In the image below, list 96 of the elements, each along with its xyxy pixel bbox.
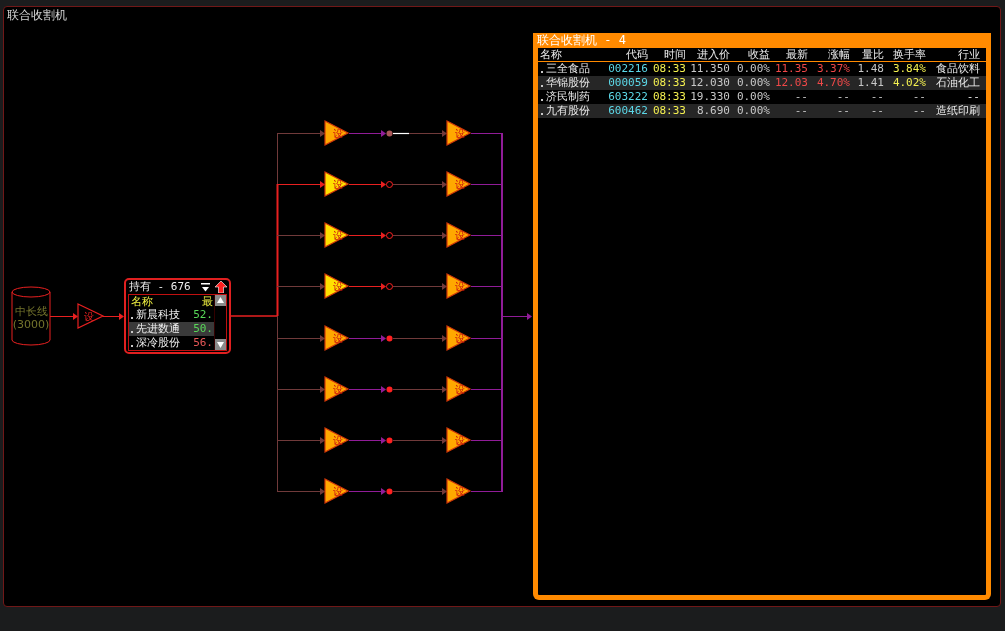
table-cell-text: 11.35: [773, 62, 808, 76]
stock-name: 先进数通: [136, 322, 181, 336]
table-cell-text: 造纸印刷: [935, 104, 980, 118]
gate-node: 设: [446, 120, 472, 146]
row-marker-icon: [131, 331, 133, 333]
connector-arrow: [502, 313, 532, 320]
row-marker-icon: [131, 345, 133, 347]
column-header: 时间: [663, 48, 686, 61]
table-cell-text: --: [869, 90, 884, 104]
gate-node: 设: [446, 222, 472, 248]
gate-node: 设: [324, 273, 350, 299]
gate-node: 设: [446, 376, 472, 402]
table-cell-text: 0.00%: [735, 90, 770, 104]
list-item[interactable]: 深冷股份 56.: [129, 336, 214, 350]
price-value: 56.: [193, 336, 213, 350]
gate-node: 设: [446, 273, 472, 299]
table-cell-text: 08:33: [651, 90, 686, 104]
table-row[interactable]: 华锦股份 000059 08:33 12.030 0.00% 12.03 4.70% 1.41 4.02% 石油化工: [538, 76, 986, 90]
table-cell-text: --: [835, 90, 850, 104]
table-cell-text: 0.00%: [735, 104, 770, 118]
column-header: 收益: [747, 48, 770, 61]
column-header: 换手率: [892, 48, 926, 61]
gate-node: 设: [324, 171, 350, 197]
source-node: 中长线 (3000): [11, 286, 51, 346]
gate-node: 设: [446, 171, 472, 197]
table-cell-text: 08:33: [651, 104, 686, 118]
table-cell-text: 九有股份: [546, 104, 591, 118]
table-cell-text: --: [869, 104, 884, 118]
table-cell-text: 3.37%: [815, 62, 850, 76]
gate-node: 设: [446, 427, 472, 453]
stock-name: 深冷股份: [136, 336, 181, 350]
price-value: 50.: [193, 322, 213, 336]
column-header: 行业: [957, 48, 980, 61]
table-cell-text: 12.03: [773, 76, 808, 90]
dropdown-icon[interactable]: [201, 282, 210, 292]
table-cell-text: 11.350: [689, 62, 730, 76]
table-cell-text: 4.02%: [891, 76, 926, 90]
row-marker-icon: [131, 317, 133, 319]
table-cell-text: 08:33: [651, 62, 686, 76]
panel-title: 持有 - 676: [129, 280, 192, 294]
gate-node: 设: [324, 325, 350, 351]
table-cell-text: 4.70%: [815, 76, 850, 90]
gate-node: 设: [324, 376, 350, 402]
table-cell-text: --: [965, 90, 980, 104]
table-cell-text: --: [793, 104, 808, 118]
table-row[interactable]: 九有股份 600462 08:33 8.690 0.00% -- -- -- -- 造纸印刷: [538, 104, 986, 118]
panel-title: 联合收割机 - 4: [533, 33, 991, 48]
column-header: 最: [202, 295, 213, 308]
list-item[interactable]: 先进数通 50.: [129, 322, 214, 336]
table-cell-text: 济民制药: [546, 90, 591, 104]
table-cell-text: 8.690: [695, 104, 730, 118]
row-marker-icon: [541, 85, 543, 87]
table-cell-text: 19.330: [689, 90, 730, 104]
row-marker-icon: [541, 113, 543, 115]
table-cell-text: 3.84%: [891, 62, 926, 76]
table-cell-text: 石油化工: [935, 76, 980, 90]
column-header: 涨幅: [827, 48, 850, 61]
table-cell-text: 食品饮料: [935, 62, 980, 76]
row-marker-icon: [541, 71, 543, 73]
gate-node: 设: [324, 478, 350, 504]
table-cell-text: --: [911, 104, 926, 118]
table-cell-text: 603222: [607, 90, 648, 104]
scroll-down-icon[interactable]: [215, 339, 226, 350]
stock-name: 新晨科技: [136, 308, 181, 322]
table-cell-text: 002216: [607, 62, 648, 76]
table-cell-text: 0.00%: [735, 62, 770, 76]
window-title: 联合收割机: [6, 7, 68, 23]
column-header: 名称: [131, 295, 153, 308]
table-cell-text: 0.00%: [735, 76, 770, 90]
table-cell-text: 1.48: [856, 62, 884, 76]
column-header: 代码: [625, 48, 648, 61]
gate-node: 设: [324, 120, 350, 146]
gate-node: 设: [324, 427, 350, 453]
gate-node: 设: [446, 325, 472, 351]
table-cell-text: 1.41: [856, 76, 884, 90]
list-item[interactable]: 新晨科技 52.: [129, 308, 214, 322]
table-cell-text: 华锦股份: [546, 76, 591, 90]
connector-arrow: [49, 313, 78, 320]
table-cell-text: 08:33: [651, 76, 686, 90]
column-header: 量比: [861, 48, 884, 61]
table-cell-text: 12.030: [689, 76, 730, 90]
up-arrow-icon[interactable]: [215, 281, 227, 293]
gate-node: 设: [77, 303, 105, 329]
gate-node: 设: [324, 222, 350, 248]
row-marker-icon: [541, 99, 543, 101]
table-cell-text: 三全食品: [546, 62, 591, 76]
column-header: 最新: [785, 48, 808, 61]
table-cell-text: 000059: [607, 76, 648, 90]
table-cell-text: --: [835, 104, 850, 118]
gate-node: 设: [446, 478, 472, 504]
table-cell-text: --: [911, 90, 926, 104]
price-value: 52.: [193, 308, 213, 322]
table-cell-text: 600462: [607, 104, 648, 118]
table-cell-text: --: [793, 90, 808, 104]
column-header: 进入价: [696, 48, 730, 61]
column-header: 名称: [540, 48, 563, 61]
